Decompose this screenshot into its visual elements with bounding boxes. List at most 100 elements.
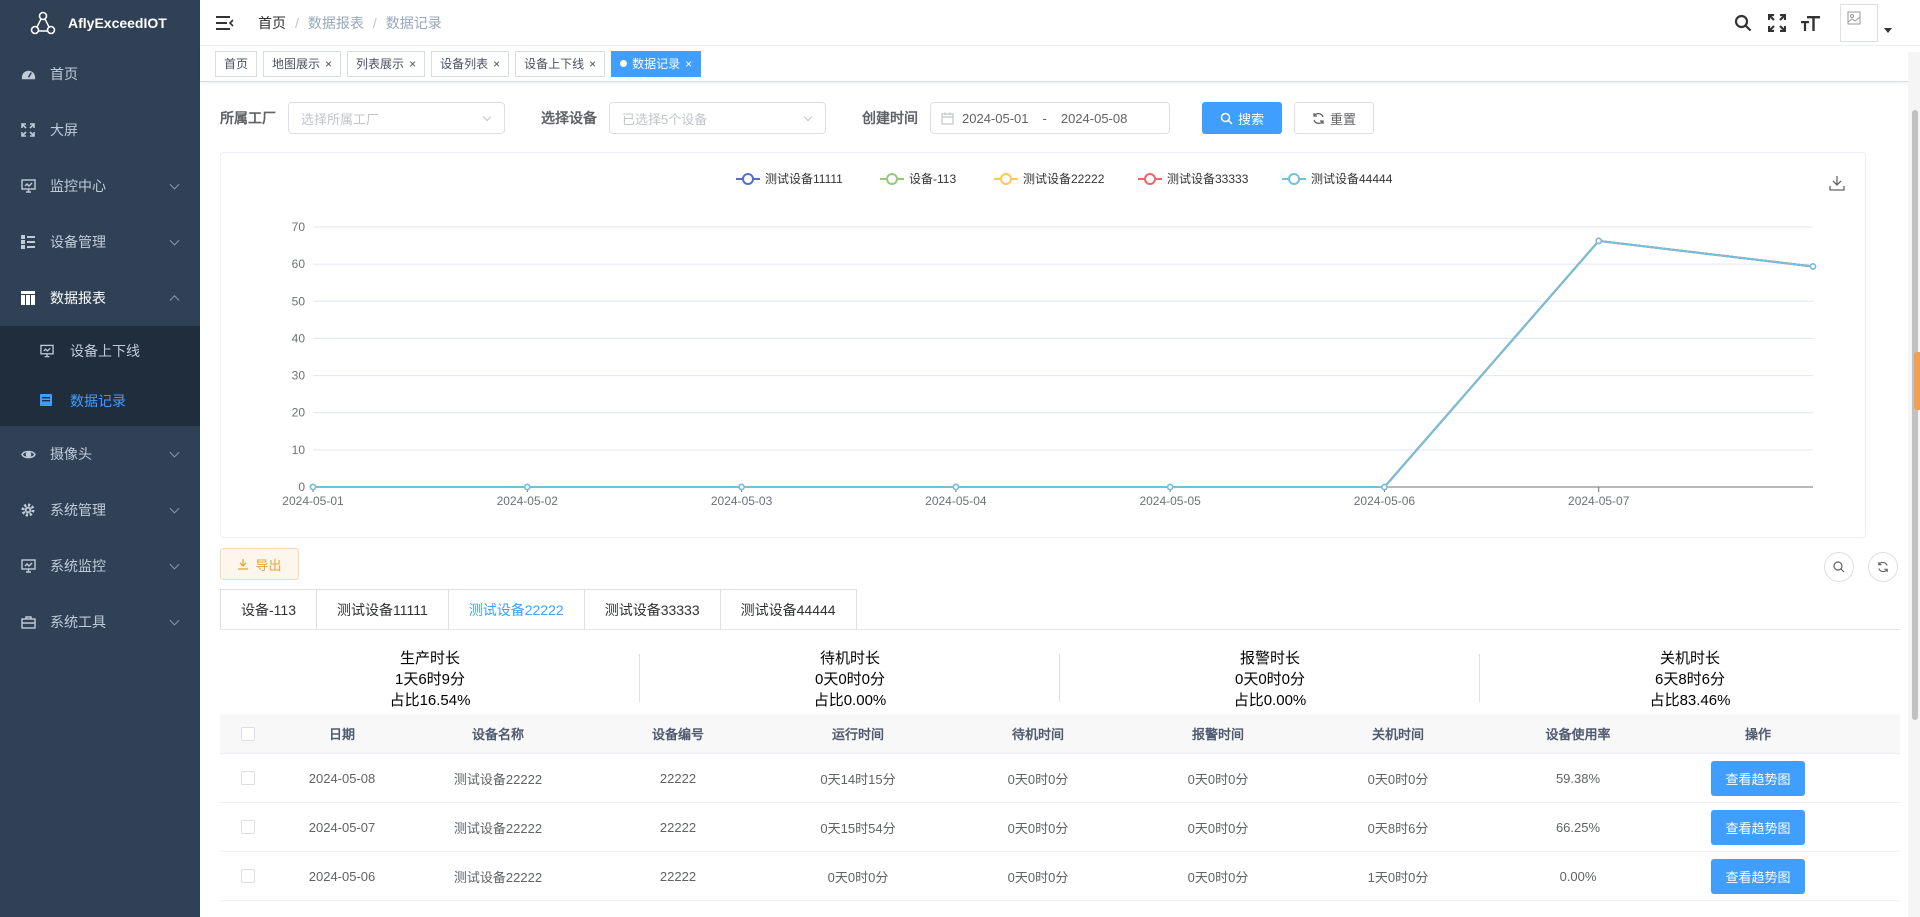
sidebar-item-system-tools[interactable]: 系统工具 bbox=[0, 594, 200, 650]
device-select[interactable]: 已选择5个设备 bbox=[609, 102, 826, 134]
refresh-button[interactable] bbox=[1868, 552, 1898, 582]
export-button[interactable]: 导出 bbox=[220, 548, 299, 580]
tab-device-113[interactable]: 设备-113 bbox=[221, 590, 317, 630]
sidebar-subitem-label: 数据记录 bbox=[70, 393, 126, 409]
cell-date: 2024-05-06 bbox=[308, 868, 376, 884]
tab-device-22222[interactable]: 测试设备22222 bbox=[449, 590, 585, 630]
sidebar-item-home[interactable]: 首页 bbox=[0, 46, 200, 102]
date-start[interactable]: 2024-05-01 bbox=[962, 111, 1029, 126]
tag-label: 地图展示 bbox=[272, 57, 321, 71]
sidebar-subitem-data-record[interactable]: 数据记录 bbox=[0, 376, 200, 426]
toggle-search-button[interactable] bbox=[1824, 552, 1854, 582]
factory-select[interactable]: 选择所属工厂 bbox=[288, 102, 505, 134]
checkbox[interactable] bbox=[241, 820, 255, 834]
cell-off: 0天0时0分 bbox=[1367, 771, 1429, 787]
legend-marker bbox=[742, 173, 754, 185]
search-button[interactable]: 搜索 bbox=[1202, 102, 1282, 134]
tag-data-record[interactable]: 数据记录 × bbox=[611, 50, 702, 77]
fullscreen-icon bbox=[20, 122, 36, 138]
date-end[interactable]: 2024-05-08 bbox=[1061, 111, 1128, 126]
legend-label: 测试设备11111 bbox=[765, 171, 843, 186]
sidebar-item-system-monitor[interactable]: 系统监控 bbox=[0, 538, 200, 594]
row-checkbox[interactable] bbox=[220, 869, 276, 883]
close-icon[interactable]: × bbox=[493, 57, 500, 71]
col-idle: 待机时间 bbox=[1011, 727, 1064, 742]
font-size-icon[interactable] bbox=[1800, 12, 1822, 34]
breadcrumb-separator: / bbox=[372, 14, 377, 31]
tag-device-online[interactable]: 设备上下线 × bbox=[515, 50, 606, 77]
search-icon[interactable] bbox=[1732, 12, 1754, 34]
avatar[interactable] bbox=[1840, 4, 1878, 42]
legend-label: 测试设备22222 bbox=[1023, 171, 1105, 186]
sidebar-subitem-device-online[interactable]: 设备上下线 bbox=[0, 326, 200, 376]
view-trend-button[interactable]: 查看趋势图 bbox=[1711, 809, 1805, 845]
tab-device-11111[interactable]: 测试设备11111 bbox=[317, 590, 449, 630]
tab-device-44444[interactable]: 测试设备44444 bbox=[721, 590, 856, 630]
row-checkbox[interactable] bbox=[220, 820, 276, 834]
vertical-scrollbar[interactable] bbox=[1908, 52, 1920, 917]
download-icon[interactable] bbox=[1829, 175, 1845, 191]
stat-ratio: 占比83.46% bbox=[1649, 692, 1731, 709]
row-checkbox[interactable] bbox=[220, 771, 276, 785]
sidebar-item-monitor-center[interactable]: 监控中心 bbox=[0, 158, 200, 214]
monitor-icon bbox=[20, 558, 36, 574]
date-range-picker[interactable]: 2024-05-01 - 2024-05-08 bbox=[930, 102, 1170, 134]
sidebar-item-data-report[interactable]: 数据报表 bbox=[0, 270, 200, 326]
x-tick-label: 2024-05-01 bbox=[282, 494, 344, 508]
chevron-down-icon bbox=[803, 112, 813, 122]
sidebar-item-bigscreen[interactable]: 大屏 bbox=[0, 102, 200, 158]
search-icon bbox=[1833, 561, 1845, 573]
select-all-checkbox[interactable] bbox=[220, 726, 276, 741]
search-button-label: 搜索 bbox=[1237, 111, 1264, 127]
fullscreen-icon[interactable] bbox=[1766, 12, 1788, 34]
sidebar-item-label: 摄像头 bbox=[50, 446, 92, 462]
main-area: 首页 / 数据报表 / 数据记录 首页 地图展示 × 列表展示 × 设备列表 × 设备… bbox=[200, 0, 1920, 917]
close-icon[interactable]: × bbox=[589, 57, 596, 71]
sidebar-item-label: 监控中心 bbox=[50, 178, 106, 194]
chevron-down-icon bbox=[169, 179, 180, 190]
sidebar-item-label: 大屏 bbox=[50, 122, 78, 138]
factory-placeholder: 选择所属工厂 bbox=[301, 111, 380, 127]
search-icon bbox=[1220, 112, 1233, 125]
navbar: 首页 / 数据报表 / 数据记录 bbox=[200, 0, 1920, 46]
legend-label: 测试设备44444 bbox=[1311, 171, 1393, 186]
hamburger-icon[interactable] bbox=[216, 15, 234, 31]
checkbox[interactable] bbox=[241, 771, 255, 785]
tag-map[interactable]: 地图展示 × bbox=[263, 50, 342, 77]
tag-device-list[interactable]: 设备列表 × bbox=[431, 50, 510, 77]
view-trend-button[interactable]: 查看趋势图 bbox=[1711, 760, 1805, 796]
stats-summary: 生产时长 1天6时9分 占比16.54% 待机时长 0天0时0分 占比0.00%… bbox=[220, 648, 1900, 710]
factory-label: 所属工厂 bbox=[220, 110, 276, 126]
checkbox[interactable] bbox=[241, 726, 255, 741]
data-table: 日期 设备名称 设备编号 运行时间 待机时间 报警时间 关机时间 设备使用率 操… bbox=[220, 714, 1900, 901]
table-header: 日期 设备名称 设备编号 运行时间 待机时间 报警时间 关机时间 设备使用率 操… bbox=[220, 714, 1900, 754]
breadcrumb-home[interactable]: 首页 bbox=[258, 13, 286, 33]
monitor-icon bbox=[40, 344, 54, 358]
reset-button-label: 重置 bbox=[1329, 111, 1356, 127]
caret-down-icon[interactable] bbox=[1884, 27, 1892, 33]
close-icon[interactable]: × bbox=[325, 57, 332, 71]
sidebar-item-label: 设备管理 bbox=[50, 234, 106, 250]
checkbox[interactable] bbox=[241, 869, 255, 883]
close-icon[interactable]: × bbox=[409, 57, 416, 71]
reset-button[interactable]: 重置 bbox=[1294, 102, 1374, 134]
stat-title: 关机时长 bbox=[1659, 650, 1720, 667]
stat-value: 1天6时9分 bbox=[394, 671, 466, 688]
sidebar-item-label: 数据报表 bbox=[50, 290, 106, 306]
view-trend-button[interactable]: 查看趋势图 bbox=[1711, 858, 1805, 894]
scrollbar-thumb[interactable] bbox=[1912, 110, 1918, 720]
stat-value: 0天0时0分 bbox=[814, 671, 886, 688]
tag-home[interactable]: 首页 bbox=[215, 50, 258, 77]
breadcrumb-data-record: 数据记录 bbox=[385, 14, 442, 31]
tab-device-33333[interactable]: 测试设备33333 bbox=[585, 590, 721, 630]
app-logo[interactable]: AflyExceedIOT bbox=[0, 0, 200, 46]
close-icon[interactable]: × bbox=[685, 57, 692, 71]
side-tab-marker[interactable] bbox=[1914, 352, 1920, 410]
sidebar-item-system-mgmt[interactable]: 系统管理 bbox=[0, 482, 200, 538]
sidebar-item-device-mgmt[interactable]: 设备管理 bbox=[0, 214, 200, 270]
data-point bbox=[1809, 263, 1817, 270]
cell-operation: 查看趋势图 bbox=[1668, 858, 1848, 894]
stat-title: 报警时长 bbox=[1239, 650, 1300, 667]
sidebar-item-camera[interactable]: 摄像头 bbox=[0, 426, 200, 482]
tag-list[interactable]: 列表展示 × bbox=[347, 50, 426, 77]
